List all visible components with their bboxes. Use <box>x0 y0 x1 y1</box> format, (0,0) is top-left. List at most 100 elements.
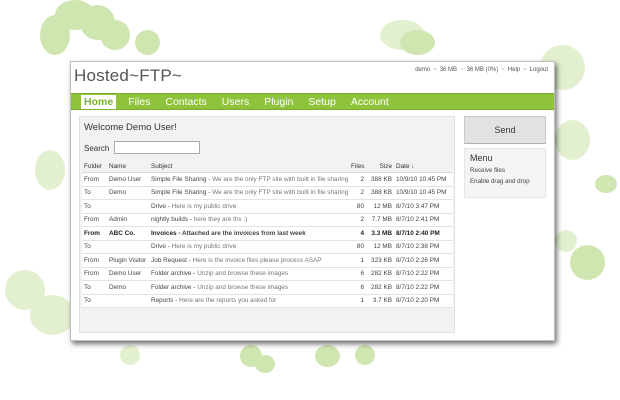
column-header-subject[interactable]: Subject <box>149 160 349 173</box>
cell-files: 80 <box>349 240 366 254</box>
cell-name: Demo User <box>107 267 149 281</box>
cell-size: 3.7 KB <box>366 294 394 308</box>
cell-date: 8/7/10 3:47 PM <box>394 199 453 214</box>
cell-folder: To <box>82 294 107 308</box>
cell-name: Plugin Visitor <box>107 253 149 268</box>
table-row[interactable]: To Demo Simple File Sharing - We are the o… <box>82 186 453 200</box>
subject-description: Here are the reports you asked for <box>179 297 277 305</box>
menu-title: Menu <box>470 153 493 163</box>
cell-name: Admin <box>107 213 149 227</box>
cell-files: 1 <box>349 253 366 268</box>
table-row[interactable]: From Demo User Simple File Sharing - We ar… <box>82 172 453 187</box>
cell-subject: Job Request - Here is the invoice files … <box>149 253 349 268</box>
cell-date: 10/9/10 10:45 PM <box>394 172 453 187</box>
nav-setup[interactable]: Setup <box>305 95 338 109</box>
table-row[interactable]: From ABC Co. Invoices - Attached are the i… <box>82 226 453 241</box>
cell-size: 323 KB <box>366 253 394 268</box>
usage-text: 36 MB (0%) <box>466 67 499 73</box>
cell-size: 388 KB <box>366 186 394 200</box>
quota-text: 36 MB <box>439 67 458 73</box>
column-header-folder[interactable]: Folder <box>82 160 107 173</box>
help-link[interactable]: Help <box>508 67 520 73</box>
sidebar: Send Menu Receive files Enable drag and … <box>464 116 546 198</box>
cell-size: 12 MB <box>366 199 394 214</box>
cell-name: Demo User <box>107 172 149 187</box>
separator: ~ <box>433 67 437 73</box>
logout-link[interactable]: Logout <box>530 67 548 73</box>
table-row[interactable]: To Demo Folder archive - Unzip and browse … <box>82 280 453 295</box>
app-window: Hosted~FTP~ demo ~ 36 MB ~ 36 MB (0%) ~ … <box>70 61 555 341</box>
column-header-files[interactable]: Files <box>349 160 366 173</box>
cell-files: 2 <box>349 172 366 187</box>
table-row[interactable]: From Demo User Folder archive - Unzip and … <box>82 267 453 281</box>
nav-plugin[interactable]: Plugin <box>261 95 296 109</box>
cell-folder: To <box>82 280 107 295</box>
table-row[interactable]: From Plugin Visitor Job Request - Here is … <box>82 253 453 268</box>
table-row[interactable]: To Reports - Here are the reports you ask… <box>82 294 453 308</box>
subject-description: here they are thx :) <box>193 216 248 224</box>
cell-files: 4 <box>349 226 366 241</box>
separator: ~ <box>460 67 464 73</box>
cell-subject: Folder archive - Unzip and browse these … <box>149 267 349 281</box>
nav-account[interactable]: Account <box>348 95 392 109</box>
cell-name <box>107 240 149 254</box>
cell-date: 8/7/10 2:40 PM <box>394 226 453 241</box>
column-header-date[interactable]: Date ↓ <box>394 160 453 173</box>
separator: ~ <box>523 67 527 73</box>
search-input[interactable] <box>114 141 200 154</box>
subject-description: Attached are the invoices from last week <box>182 229 306 237</box>
top-links: demo ~ 36 MB ~ 36 MB (0%) ~ Help ~ Logou… <box>415 67 548 73</box>
cell-name: Demo <box>107 186 149 200</box>
cell-subject: Simple File Sharing - We are the only FT… <box>149 172 349 187</box>
user-link[interactable]: demo <box>415 67 430 73</box>
table-row[interactable]: To Drive - Here is my public drive 80 12 MB… <box>82 240 453 254</box>
cell-files: 2 <box>349 186 366 200</box>
column-header-name[interactable]: Name <box>107 160 149 173</box>
menu-item-receive-files[interactable]: Receive files <box>470 167 540 174</box>
subject-text: Reports <box>151 297 174 305</box>
separator: ~ <box>501 67 505 73</box>
cell-name: Demo <box>107 280 149 295</box>
subject-description: Unzip and browse these images <box>197 283 289 291</box>
subject-text: Simple File Sharing <box>151 189 207 197</box>
subject-description: Here is my public drive <box>171 243 237 251</box>
nav-users[interactable]: Users <box>219 95 252 109</box>
app-header: Hosted~FTP~ demo ~ 36 MB ~ 36 MB (0%) ~ … <box>71 62 554 93</box>
cell-files: 2 <box>349 213 366 227</box>
app-logo[interactable]: Hosted~FTP~ <box>74 66 182 86</box>
subject-description: We are the only FTP site with built in f… <box>212 189 349 197</box>
send-button[interactable]: Send <box>464 116 546 144</box>
nav-files[interactable]: Files <box>125 95 153 109</box>
cell-size: 388 KB <box>366 172 394 187</box>
cell-subject: nightly builds - here they are thx :) <box>149 213 349 227</box>
cell-folder: To <box>82 240 107 254</box>
cell-files: 1 <box>349 294 366 308</box>
cell-subject: Reports - Here are the reports you asked… <box>149 294 349 308</box>
cell-files: 80 <box>349 199 366 214</box>
subject-text: Invoices <box>151 229 177 237</box>
cell-date: 10/9/10 10:45 PM <box>394 186 453 200</box>
table-row[interactable]: From Admin nightly builds - here they are … <box>82 213 453 227</box>
search-label: Search <box>84 144 110 153</box>
column-header-size[interactable]: Size <box>366 160 394 173</box>
subject-text: Job Request <box>151 256 187 264</box>
subject-text: Folder archive <box>151 270 192 278</box>
cell-size: 282 KB <box>366 267 394 281</box>
subject-text: Simple File Sharing <box>151 175 207 183</box>
cell-date: 8/7/10 2:41 PM <box>394 213 453 227</box>
nav-home[interactable]: Home <box>81 94 117 109</box>
cell-folder: From <box>82 226 107 241</box>
cell-date: 8/7/10 2:38 PM <box>394 240 453 254</box>
files-table: Folder Name Subject Files Size Date ↓ Fr… <box>82 160 453 308</box>
subject-text: Folder archive <box>151 283 192 291</box>
cell-size: 3.3 MB <box>366 226 394 241</box>
cell-name: ABC Co. <box>107 226 149 241</box>
content-panel: Welcome Demo User! Search Folder Name Su… <box>79 116 455 333</box>
cell-folder: From <box>82 172 107 187</box>
subject-text: Drive <box>151 243 166 251</box>
welcome-heading: Welcome Demo User! <box>84 122 177 133</box>
cell-date: 8/7/10 2:20 PM <box>394 294 453 308</box>
nav-contacts[interactable]: Contacts <box>162 95 209 109</box>
table-row[interactable]: To Drive - Here is my public drive 80 12 MB… <box>82 199 453 214</box>
menu-item-drag-and-drop[interactable]: Enable drag and drop <box>470 178 540 185</box>
